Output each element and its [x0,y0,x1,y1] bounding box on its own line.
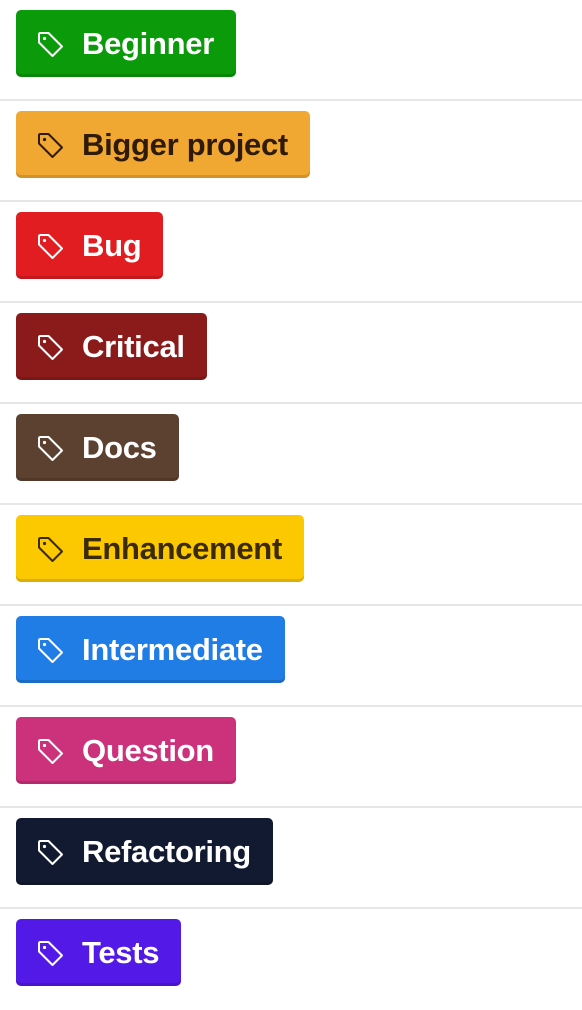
tag-icon [36,737,64,765]
label-beginner[interactable]: Beginner [16,10,236,77]
label-question[interactable]: Question [16,717,236,784]
label-refactoring[interactable]: Refactoring [16,818,273,885]
label-row-tests: Tests [0,909,582,1010]
tag-icon [36,535,64,563]
label-row-refactoring: Refactoring [0,808,582,909]
label-row-bigger-project: Bigger project [0,101,582,202]
label-critical[interactable]: Critical [16,313,207,380]
tag-icon [36,636,64,664]
label-text: Intermediate [82,631,263,667]
tag-icon [36,30,64,58]
label-text: Critical [82,328,185,364]
label-text: Tests [82,934,160,970]
tag-icon [36,131,64,159]
label-text: Bigger project [82,126,288,162]
label-row-docs: Docs [0,404,582,505]
label-row-critical: Critical [0,303,582,404]
label-text: Question [82,732,214,768]
tag-icon [36,838,64,866]
label-docs[interactable]: Docs [16,414,179,481]
tag-icon [36,434,64,462]
label-row-enhancement: Enhancement [0,505,582,606]
label-text: Enhancement [82,530,282,566]
label-list: Beginner Bigger project Bug Critical Doc… [0,0,582,1010]
tag-icon [36,939,64,967]
label-text: Beginner [82,25,214,61]
label-text: Refactoring [82,833,251,869]
tag-icon [36,232,64,260]
label-bug[interactable]: Bug [16,212,164,279]
tag-icon [36,333,64,361]
label-text: Docs [82,429,157,465]
label-intermediate[interactable]: Intermediate [16,616,285,683]
label-row-beginner: Beginner [0,0,582,101]
label-enhancement[interactable]: Enhancement [16,515,304,582]
label-bigger-project[interactable]: Bigger project [16,111,310,178]
label-row-bug: Bug [0,202,582,303]
label-text: Bug [82,227,142,263]
label-tests[interactable]: Tests [16,919,182,986]
label-row-intermediate: Intermediate [0,606,582,707]
label-row-question: Question [0,707,582,808]
